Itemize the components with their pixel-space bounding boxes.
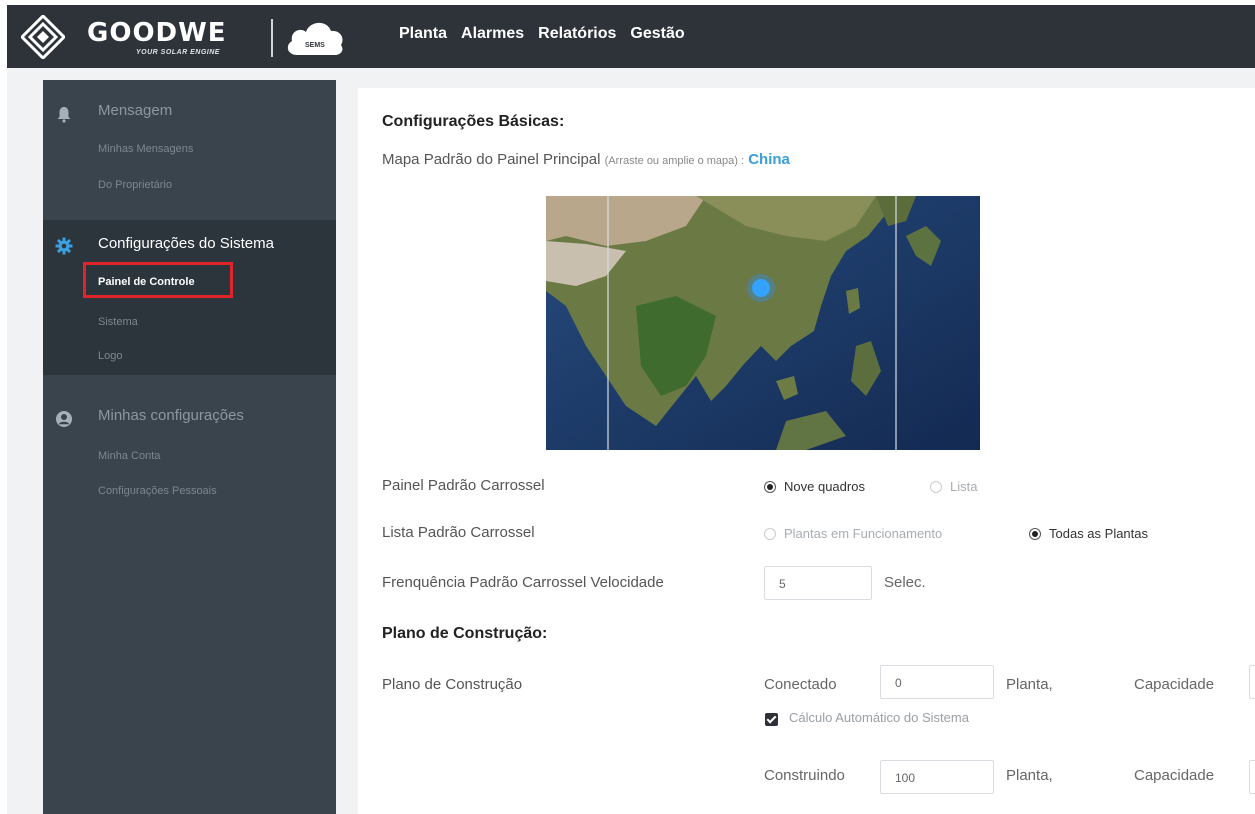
main-panel: Configurações Básicas: Mapa Padrão do Pa… (358, 88, 1255, 814)
logo-divider (271, 19, 273, 57)
gear-icon (55, 237, 73, 255)
carousel-speed-unit: Selec. (884, 574, 926, 591)
sidebar: Mensagem Minhas Mensagens Do Proprietári… (43, 80, 336, 814)
map-country: China (748, 151, 790, 168)
sidebar-item-logo[interactable]: Logo (98, 350, 122, 362)
radio-lista[interactable]: Lista (930, 479, 977, 494)
radio-label: Nove quadros (784, 479, 865, 494)
radio-todas-as-plantas[interactable]: Todas as Plantas (1029, 526, 1148, 541)
sidebar-group-configuracoes-sistema[interactable]: Configurações do Sistema (98, 235, 274, 252)
goodwe-logo[interactable]: GOODWE YOUR SOLAR ENGINE SEMS (21, 11, 351, 61)
sems-label: SEMS (305, 42, 325, 49)
build-plan-label: Plano de Construção (382, 676, 523, 693)
connected-unit: Planta, (1006, 676, 1053, 693)
connected-label: Conectado (764, 676, 837, 693)
carousel-speed-label: Frenquência Padrão Carrossel Velocidade (382, 574, 664, 591)
building-capacity-input[interactable] (1249, 760, 1255, 794)
nav-planta[interactable]: Planta (399, 25, 447, 43)
building-unit: Planta, (1006, 767, 1053, 784)
radio-icon[interactable] (764, 480, 776, 493)
bell-icon (57, 107, 71, 123)
user-icon (56, 411, 72, 427)
auto-calc-label: Cálculo Automático do Sistema (789, 710, 969, 725)
carousel-list-label: Lista Padrão Carrossel (382, 524, 535, 541)
carousel-panel-label: Painel Padrão Carrossel (382, 477, 545, 494)
sidebar-group-mensagem[interactable]: Mensagem (98, 102, 172, 119)
auto-calc-checkbox[interactable] (765, 713, 778, 726)
building-label: Construindo (764, 767, 845, 784)
sidebar-item-minhas-mensagens[interactable]: Minhas Mensagens (98, 143, 193, 155)
connected-capacity-input[interactable] (1249, 665, 1255, 699)
sidebar-item-minha-conta[interactable]: Minha Conta (98, 450, 160, 462)
building-capacity-label: Capacidade (1134, 767, 1215, 784)
sidebar-item-do-proprietario[interactable]: Do Proprietário (98, 179, 172, 191)
radio-label: Plantas em Funcionamento (784, 526, 943, 541)
building-input[interactable]: 100 (880, 760, 994, 794)
radio-nove-quadros[interactable]: Nove quadros (764, 479, 865, 494)
goodwe-diamond-icon (21, 15, 65, 59)
radio-icon[interactable] (1029, 527, 1041, 540)
carousel-speed-input[interactable]: 5 (764, 566, 872, 600)
top-bar: GOODWE YOUR SOLAR ENGINE SEMS Planta Ala… (7, 5, 1255, 68)
radio-icon[interactable] (930, 480, 942, 493)
default-map[interactable] (546, 196, 980, 450)
brand-tagline: YOUR SOLAR ENGINE (136, 49, 220, 56)
top-nav: Planta Alarmes Relatórios Gestão (399, 25, 685, 43)
build-plan-title: Plano de Construção: (382, 625, 548, 642)
radio-label: Todas as Plantas (1049, 526, 1149, 541)
map-label: Mapa Padrão do Painel Principal (382, 151, 601, 168)
nav-gestao[interactable]: Gestão (630, 25, 684, 43)
brand-name: GOODWE (87, 18, 227, 48)
sidebar-group-minhas-configuracoes[interactable]: Minhas configurações (98, 407, 244, 424)
basic-settings-title: Configurações Básicas: (382, 113, 565, 130)
radio-label: Lista (950, 479, 978, 494)
radio-plantas-em-funcionamento[interactable]: Plantas em Funcionamento (764, 526, 942, 541)
cloud-icon (287, 22, 343, 56)
map-setting-row: Mapa Padrão do Painel Principal (Arraste… (382, 151, 790, 168)
connected-input[interactable]: 0 (880, 665, 994, 699)
sidebar-item-configuracoes-pessoais[interactable]: Configurações Pessoais (98, 485, 217, 497)
map-hint: (Arraste ou amplie o mapa) : (604, 155, 745, 167)
nav-alarmes[interactable]: Alarmes (461, 25, 524, 43)
connected-capacity-label: Capacidade (1134, 676, 1215, 693)
sidebar-item-sistema[interactable]: Sistema (98, 316, 138, 328)
nav-relatorios[interactable]: Relatórios (538, 25, 616, 43)
selection-highlight-box (83, 262, 233, 298)
radio-icon[interactable] (764, 527, 776, 540)
